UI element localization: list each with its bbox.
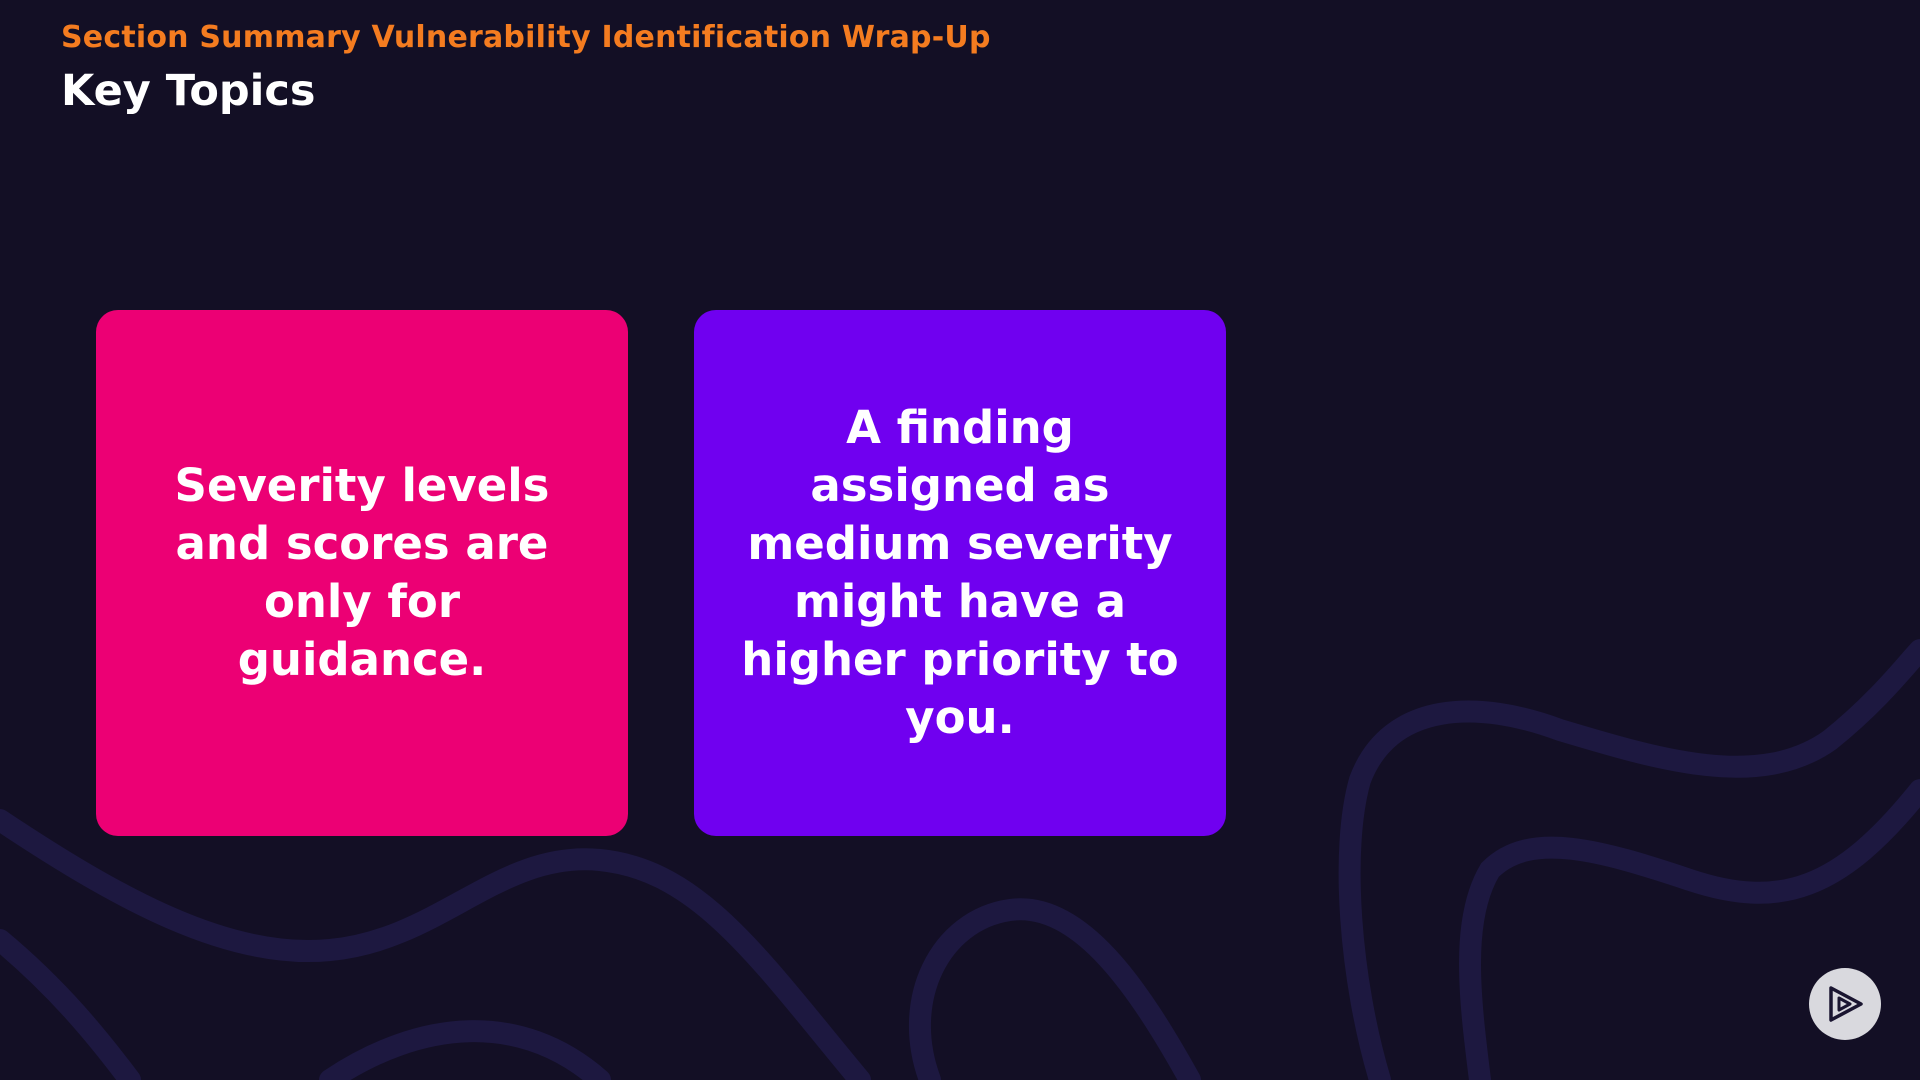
key-topic-card-priority: A finding assigned as medium severity mi… bbox=[694, 310, 1226, 836]
card-text: A finding assigned as medium severity mi… bbox=[741, 401, 1179, 744]
play-button[interactable] bbox=[1809, 968, 1881, 1040]
play-icon bbox=[1829, 986, 1863, 1022]
page-title: Key Topics bbox=[61, 66, 316, 116]
card-text: Severity levels and scores are only for … bbox=[174, 459, 550, 686]
slide: Section Summary Vulnerability Identifica… bbox=[0, 0, 1920, 1080]
key-topic-card-severity: Severity levels and scores are only for … bbox=[96, 310, 628, 836]
section-label: Section Summary Vulnerability Identifica… bbox=[61, 20, 991, 55]
